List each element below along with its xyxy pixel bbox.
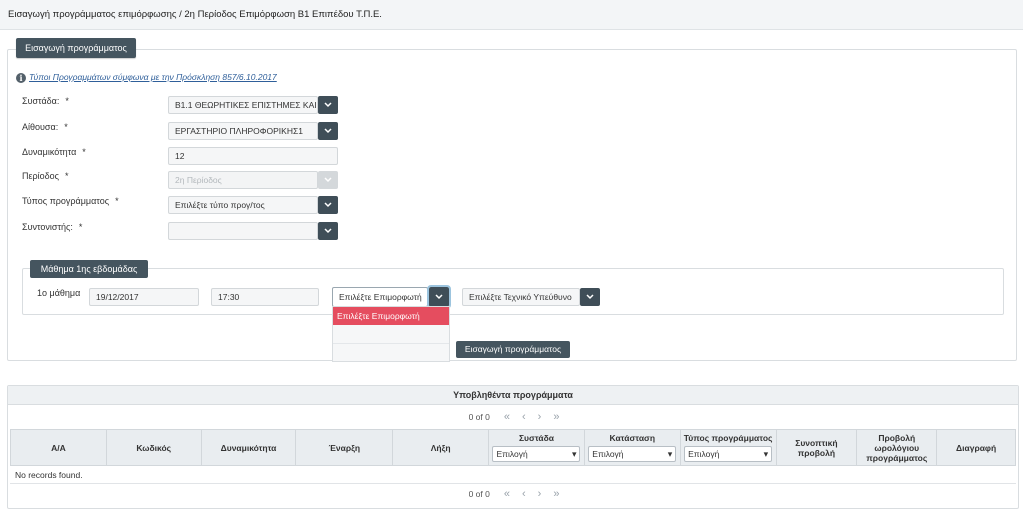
chevron-down-icon	[318, 171, 338, 189]
typos-select[interactable]: Επιλέξτε τύπο προγ/τος	[168, 196, 318, 214]
first-page-icon[interactable]: «	[504, 411, 510, 423]
aithousa-select[interactable]: ΕΡΓΑΣΤΗΡΙΟ ΠΛΗΡΟΦΟΡΙΚΗΣ1	[168, 122, 318, 140]
prev-page-icon[interactable]: ‹	[522, 411, 525, 423]
aithousa-label: Αίθουσα: *	[22, 122, 68, 132]
tech-select[interactable]: Επιλέξτε Τεχνικό Υπεύθυνο	[462, 288, 580, 306]
chevron-down-icon[interactable]	[318, 196, 338, 214]
col-capacity[interactable]: Δυναμικότητα	[202, 430, 297, 465]
trainer-dropdown: Επιλέξτε Επιμορφωτή	[332, 306, 450, 362]
prev-page-icon[interactable]: ‹	[522, 488, 525, 500]
info-icon: i	[16, 73, 26, 83]
trainer-select[interactable]: Επιλέξτε Επιμορφωτή	[332, 287, 428, 307]
systada-label: Συστάδα: *	[22, 96, 69, 106]
col-summary: Συνοπτική προβολή	[777, 430, 858, 465]
chevron-down-icon[interactable]	[318, 122, 338, 140]
pager-bottom: 0 of 0 « ‹ › »	[8, 485, 1018, 503]
section-button[interactable]: Εισαγωγή προγράμματος	[16, 38, 136, 58]
col-schedule: Προβολή ωρολόγιου προγράμματος	[857, 430, 938, 465]
typos-label: Τύπος προγράμματος *	[22, 196, 119, 206]
chevron-down-icon[interactable]	[580, 288, 600, 306]
page-title: Εισαγωγή προγράμματος επιμόρφωσης / 2η Π…	[8, 9, 382, 20]
last-page-icon[interactable]: »	[553, 411, 559, 423]
empty-row: No records found.	[10, 466, 1016, 484]
status-filter[interactable]: Επιλογή	[588, 446, 677, 462]
col-aa[interactable]: Α/Α	[11, 430, 107, 465]
chevron-down-icon[interactable]	[318, 96, 338, 114]
syntonistis-label: Συντονιστής: *	[22, 222, 83, 232]
systada-select[interactable]: Β1.1 ΘΕΩΡΗΤΙΚΕΣ ΕΠΙΣΤΗΜΕΣ ΚΑΙ Κ	[168, 96, 318, 114]
chevron-down-icon[interactable]	[318, 222, 338, 240]
top-bar: Εισαγωγή προγράμματος επιμόρφωσης / 2η Π…	[0, 0, 1023, 30]
next-page-icon[interactable]: ›	[538, 411, 541, 423]
lesson-date-input[interactable]: 19/12/2017	[89, 288, 199, 306]
submit-program-button[interactable]: Εισαγωγή προγράμματος	[456, 341, 570, 358]
systada-filter[interactable]: Επιλογή	[492, 446, 581, 462]
chevron-down-icon[interactable]	[427, 285, 451, 309]
page-info: 0 of 0	[468, 412, 490, 422]
dynamikotita-input[interactable]: 12	[168, 147, 338, 165]
week-button[interactable]: Μάθημα 1ης εβδομάδας	[30, 260, 148, 278]
table-header: Α/Α Κωδικός Δυναμικότητα Έναρξη Λήξη Συσ…	[10, 429, 1016, 466]
pager-top: 0 of 0 « ‹ › »	[8, 408, 1018, 426]
grid-title: Υποβληθέντα προγράμματα	[8, 386, 1018, 405]
last-page-icon[interactable]: »	[553, 488, 559, 500]
col-status: Κατάσταση Επιλογή	[585, 430, 681, 465]
col-end[interactable]: Λήξη	[393, 430, 490, 465]
col-systada: Συστάδα Επιλογή	[489, 430, 585, 465]
first-page-icon[interactable]: «	[504, 488, 510, 500]
periodos-select: 2η Περίοδος	[168, 171, 318, 189]
lesson-label: 1ο μάθημα	[37, 288, 81, 298]
program-types-link[interactable]: Τύποι Προγραμμάτων σύμφωνα με την Πρόσκλ…	[29, 72, 277, 82]
next-page-icon[interactable]: ›	[538, 488, 541, 500]
col-code[interactable]: Κωδικός	[107, 430, 202, 465]
dropdown-divider	[333, 343, 449, 344]
lesson-time-input[interactable]: 17:30	[211, 288, 319, 306]
page-info: 0 of 0	[468, 489, 490, 499]
info-row: i Τύποι Προγραμμάτων σύμφωνα με την Πρόσκ…	[16, 72, 277, 83]
col-start[interactable]: Έναρξη	[296, 430, 394, 465]
col-delete: Διαγραφή	[956, 442, 997, 453]
type-filter[interactable]: Επιλογή	[684, 446, 773, 462]
syntonistis-select[interactable]	[168, 222, 318, 240]
dynamikotita-label: Δυναμικότητα *	[22, 147, 86, 157]
periodos-label: Περίοδος *	[22, 171, 69, 181]
col-type: Τύπος προγράμματος Επιλογή	[681, 430, 777, 465]
trainer-option[interactable]: Επιλέξτε Επιμορφωτή	[333, 307, 449, 325]
